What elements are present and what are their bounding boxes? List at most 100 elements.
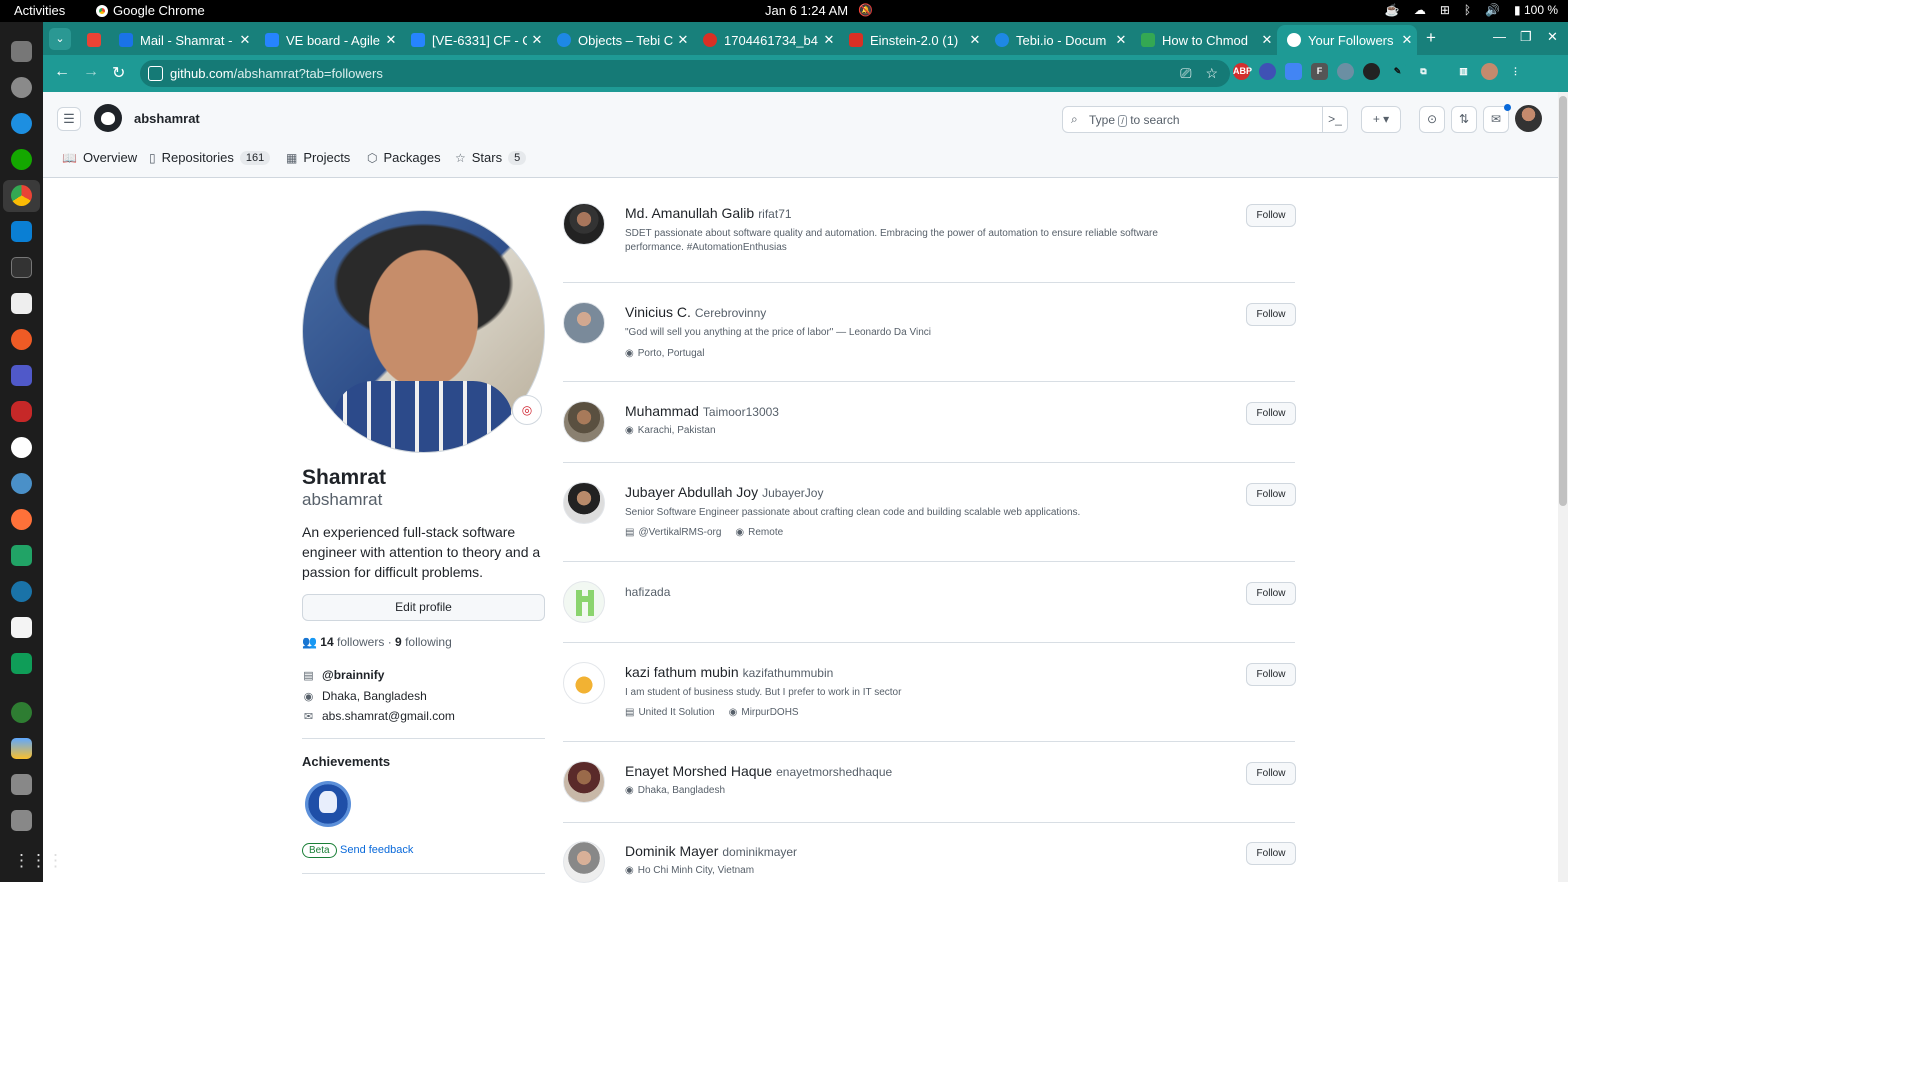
workbench-icon[interactable]: [11, 738, 32, 759]
follower-login[interactable]: JubayerJoy: [762, 486, 823, 500]
browser-tab[interactable]: Objects – Tebi C ✕: [547, 25, 693, 55]
follower-name[interactable]: Md. Amanullah Galib: [625, 205, 754, 221]
minimize-icon[interactable]: —: [1493, 29, 1506, 44]
install-app-icon[interactable]: ⎚: [1180, 65, 1191, 82]
achievement-badge-icon[interactable]: [305, 781, 351, 827]
new-tab-icon[interactable]: +: [1426, 28, 1436, 48]
close-icon[interactable]: ✕: [673, 32, 693, 48]
follower-avatar[interactable]: [563, 401, 605, 443]
close-icon[interactable]: ✕: [965, 32, 985, 48]
follower-login[interactable]: kazifathummubin: [743, 666, 834, 680]
command-palette-icon[interactable]: >_: [1322, 107, 1347, 132]
drive-icon[interactable]: [11, 774, 32, 795]
vscode-icon[interactable]: [11, 221, 32, 242]
follower-login[interactable]: enayetmorshedhaque: [776, 765, 892, 779]
follow-button[interactable]: Follow: [1246, 402, 1296, 425]
close-icon[interactable]: ✕: [1257, 32, 1277, 48]
reload-icon[interactable]: ↻: [112, 63, 125, 83]
tab-search-button[interactable]: ⌄: [49, 28, 71, 50]
follower-login[interactable]: Taimoor13003: [703, 405, 779, 419]
teams-icon[interactable]: [11, 365, 32, 386]
follower-login[interactable]: rifat71: [758, 207, 791, 221]
url-text[interactable]: github.com/abshamrat?tab=followers: [170, 66, 383, 81]
extension-icon[interactable]: [1363, 63, 1380, 80]
follow-button[interactable]: Follow: [1246, 483, 1296, 506]
address-bar[interactable]: github.com/abshamrat?tab=followers ⎚ ☆: [140, 60, 1230, 87]
follower-avatar[interactable]: [563, 203, 605, 245]
bookmark-star-icon[interactable]: ☆: [1205, 65, 1218, 82]
email-link[interactable]: abs.shamrat@gmail.com: [322, 709, 455, 723]
tab-repositories[interactable]: ▯ Repositories 161: [149, 150, 271, 165]
app-menu[interactable]: Google Chrome: [96, 3, 205, 18]
close-icon[interactable]: ✕: [381, 32, 401, 48]
follower-name[interactable]: Vinicius C.: [625, 304, 691, 320]
following-link[interactable]: 9 following: [395, 635, 452, 649]
github-logo-icon[interactable]: [94, 104, 122, 132]
follower-name[interactable]: kazi fathum mubin: [625, 664, 739, 680]
hamburger-menu-button[interactable]: ☰: [57, 107, 81, 131]
follower-name[interactable]: Jubayer Abdullah Joy: [625, 484, 758, 500]
avatar[interactable]: [1515, 105, 1542, 132]
adblock-icon[interactable]: ABP: [1233, 63, 1252, 80]
tab-stars[interactable]: ☆ Stars 5: [455, 150, 527, 165]
follower-avatar[interactable]: [563, 841, 605, 883]
profile-avatar[interactable]: [1481, 63, 1498, 80]
drive-icon[interactable]: [11, 810, 32, 831]
tab-projects[interactable]: ▦ Projects: [286, 150, 350, 165]
send-feedback-link[interactable]: Send feedback: [340, 844, 413, 856]
follow-button[interactable]: Follow: [1246, 204, 1296, 227]
extension-icon[interactable]: [1337, 63, 1354, 80]
browser-tab-active[interactable]: Your Followers ✕: [1277, 25, 1417, 55]
clock[interactable]: Jan 6 1:24 AM: [765, 3, 848, 18]
dbeaver-icon[interactable]: [11, 581, 32, 602]
site-info-icon[interactable]: [148, 66, 163, 81]
app-grid-icon[interactable]: ⋮⋮⋮: [13, 851, 64, 871]
firefox-icon[interactable]: [11, 509, 32, 530]
browser-tab[interactable]: How to Chmod ✕: [1131, 25, 1277, 55]
follower-name[interactable]: Muhammad: [625, 403, 699, 419]
follower-avatar[interactable]: [563, 761, 605, 803]
terminal-icon[interactable]: [11, 257, 32, 278]
issues-icon[interactable]: ⊙: [1419, 106, 1445, 133]
browser-tab[interactable]: 1704461734_b4 ✕: [693, 25, 839, 55]
page-scrollbar[interactable]: [1558, 92, 1568, 882]
side-panel-icon[interactable]: ▥: [1455, 63, 1472, 80]
header-username[interactable]: abshamrat: [134, 111, 200, 126]
browser-tab[interactable]: Tebi.io - Docum ✕: [985, 25, 1131, 55]
browser-tab[interactable]: VE board - Agile ✕: [255, 25, 401, 55]
company-link[interactable]: @brainnify: [322, 668, 384, 682]
close-icon[interactable]: ✕: [1111, 32, 1131, 48]
follower-login[interactable]: dominikmayer: [722, 845, 797, 859]
upwork-icon[interactable]: [11, 149, 32, 170]
close-icon[interactable]: ✕: [235, 32, 255, 48]
follow-button[interactable]: Follow: [1246, 762, 1296, 785]
spreadsheet-icon[interactable]: [11, 545, 32, 566]
mongodb-icon[interactable]: [11, 437, 32, 458]
settings-icon[interactable]: [11, 77, 32, 98]
close-icon[interactable]: ✕: [1397, 32, 1417, 48]
close-icon[interactable]: ✕: [819, 32, 839, 48]
scrollbar-thumb[interactable]: [1559, 96, 1567, 506]
close-window-icon[interactable]: ✕: [1547, 29, 1558, 45]
follow-button[interactable]: Follow: [1246, 582, 1296, 605]
tab-gmail-pinned[interactable]: [81, 25, 109, 55]
create-new-button[interactable]: + ▾: [1361, 106, 1401, 133]
notion-icon[interactable]: [11, 293, 32, 314]
redis-icon[interactable]: [11, 401, 32, 422]
text-editor-icon[interactable]: [11, 617, 32, 638]
extension-f-icon[interactable]: F: [1311, 63, 1328, 80]
translate-icon[interactable]: [1285, 63, 1302, 80]
postman-icon[interactable]: [11, 329, 32, 350]
follow-button[interactable]: Follow: [1246, 663, 1296, 686]
files-icon[interactable]: [11, 41, 32, 62]
tab-packages[interactable]: ⬡ Packages: [367, 150, 441, 165]
follower-login[interactable]: hafizada: [625, 585, 670, 599]
chrome-menu-icon[interactable]: ⋮: [1507, 63, 1524, 80]
follower-name[interactable]: Dominik Mayer: [625, 843, 718, 859]
search-input[interactable]: ⌕ Type / to search >_: [1062, 106, 1348, 133]
extensions-puzzle-icon[interactable]: ⧉: [1415, 63, 1432, 80]
follower-avatar[interactable]: [563, 662, 605, 704]
follower-avatar[interactable]: [563, 482, 605, 524]
follower-login[interactable]: Cerebrovinny: [695, 306, 766, 320]
edit-profile-button[interactable]: Edit profile: [302, 594, 545, 621]
